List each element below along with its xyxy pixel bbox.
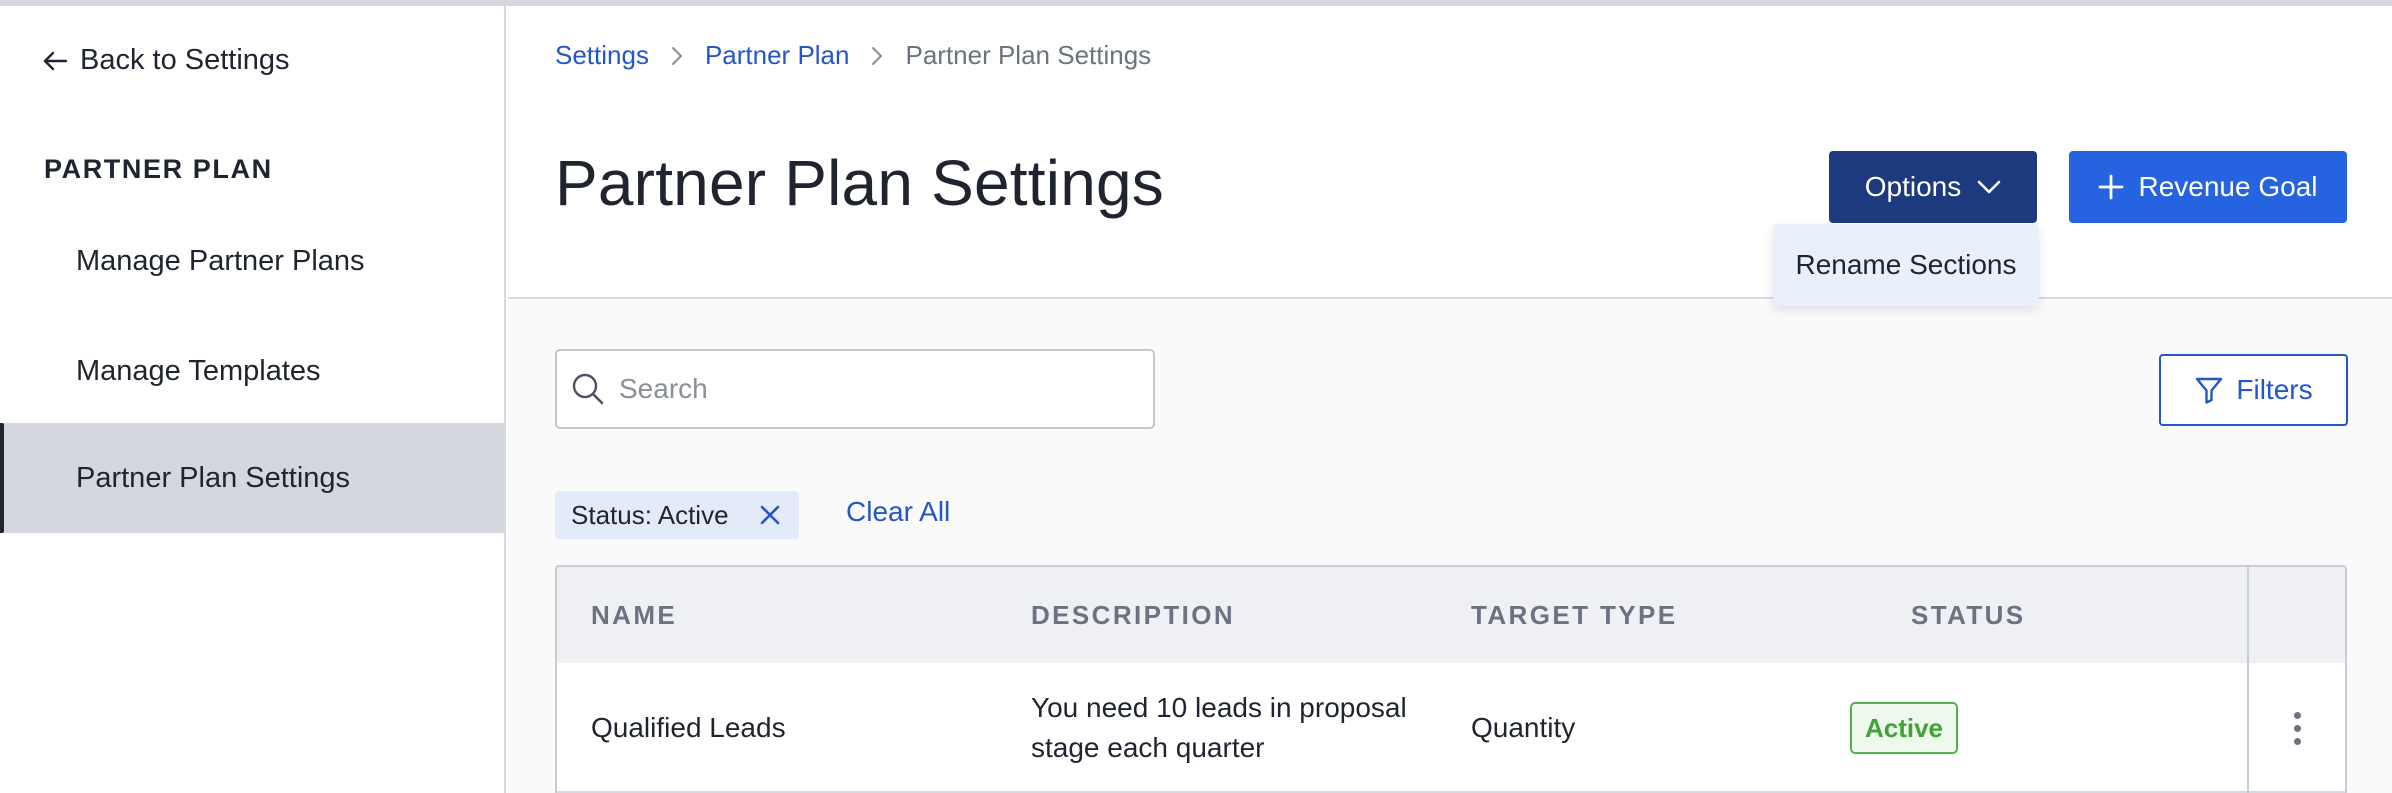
cell-name: Qualified Leads [591, 712, 786, 743]
sidebar-item-manage-templates[interactable]: Manage Templates [0, 316, 504, 426]
filters-button[interactable]: Filters [2159, 354, 2348, 426]
arrow-left-icon [43, 51, 68, 70]
close-icon[interactable] [755, 500, 785, 530]
sidebar: Back to Settings PARTNER PLAN Manage Par… [0, 6, 506, 793]
chevron-right-icon [871, 46, 883, 66]
sidebar-item-label: Manage Templates [76, 354, 321, 387]
table-row[interactable]: Qualified Leads You need 10 leads in pro… [557, 663, 2345, 793]
options-button[interactable]: Options [1829, 151, 2037, 223]
clear-all-filters-link[interactable]: Clear All [846, 496, 950, 528]
cell-description-line: You need 10 leads in proposal [1031, 692, 1407, 723]
filter-chip-label: Status: Active [571, 499, 729, 530]
column-header-status[interactable]: STATUS [1911, 567, 2026, 663]
table-header: NAME DESCRIPTION TARGET TYPE STATUS [557, 567, 2345, 663]
chevron-down-icon [1977, 180, 2001, 194]
column-divider [2247, 567, 2249, 793]
cell-target-type: Quantity [1471, 712, 1576, 743]
sidebar-item-partner-plan-settings[interactable]: Partner Plan Settings [0, 423, 504, 533]
breadcrumb-current: Partner Plan Settings [905, 40, 1152, 70]
more-options-icon[interactable] [2282, 704, 2312, 752]
page-header: Settings Partner Plan Partner Plan Setti… [508, 6, 2392, 306]
sidebar-item-label: Manage Partner Plans [76, 244, 365, 277]
content-area: Filters Status: Active Clear All NAME DE… [508, 301, 2392, 793]
revenue-goal-button-label: Revenue Goal [2138, 171, 2318, 202]
sidebar-section-heading: PARTNER PLAN [44, 154, 273, 184]
active-filter-chip: Status: Active [555, 491, 799, 539]
back-to-settings-link[interactable]: Back to Settings [42, 44, 290, 77]
search-box[interactable] [555, 349, 1155, 429]
breadcrumb-settings-link[interactable]: Settings [555, 40, 649, 71]
sidebar-item-manage-partner-plans[interactable]: Manage Partner Plans [0, 206, 504, 316]
settings-table: NAME DESCRIPTION TARGET TYPE STATUS Qual… [555, 565, 2347, 793]
breadcrumb: Settings Partner Plan Partner Plan Setti… [555, 40, 1151, 71]
column-header-target-type[interactable]: TARGET TYPE [1471, 567, 1677, 663]
status-badge: Active [1850, 702, 1958, 754]
cell-description: You need 10 leads in proposal stage each… [1031, 663, 1407, 793]
chevron-right-icon [671, 46, 683, 66]
add-revenue-goal-button[interactable]: Revenue Goal [2069, 151, 2347, 223]
plus-icon [2099, 174, 2124, 200]
back-to-settings-label: Back to Settings [80, 44, 290, 76]
sidebar-item-label: Partner Plan Settings [76, 461, 351, 494]
filters-button-label: Filters [2236, 374, 2313, 405]
column-header-description[interactable]: DESCRIPTION [1031, 567, 1235, 663]
search-input[interactable] [619, 373, 1119, 405]
main-area: Settings Partner Plan Partner Plan Setti… [508, 6, 2392, 793]
options-dropdown-menu: Rename Sections [1773, 224, 2039, 306]
column-header-name[interactable]: NAME [591, 567, 677, 663]
breadcrumb-partner-plan-link[interactable]: Partner Plan [705, 40, 850, 71]
options-button-label: Options [1864, 171, 1962, 202]
page-title: Partner Plan Settings [555, 147, 1164, 219]
menu-item-rename-sections[interactable]: Rename Sections [1773, 224, 2039, 306]
cell-description-line: stage each quarter [1031, 732, 1265, 763]
filter-icon [2196, 377, 2223, 404]
search-icon [572, 373, 604, 405]
